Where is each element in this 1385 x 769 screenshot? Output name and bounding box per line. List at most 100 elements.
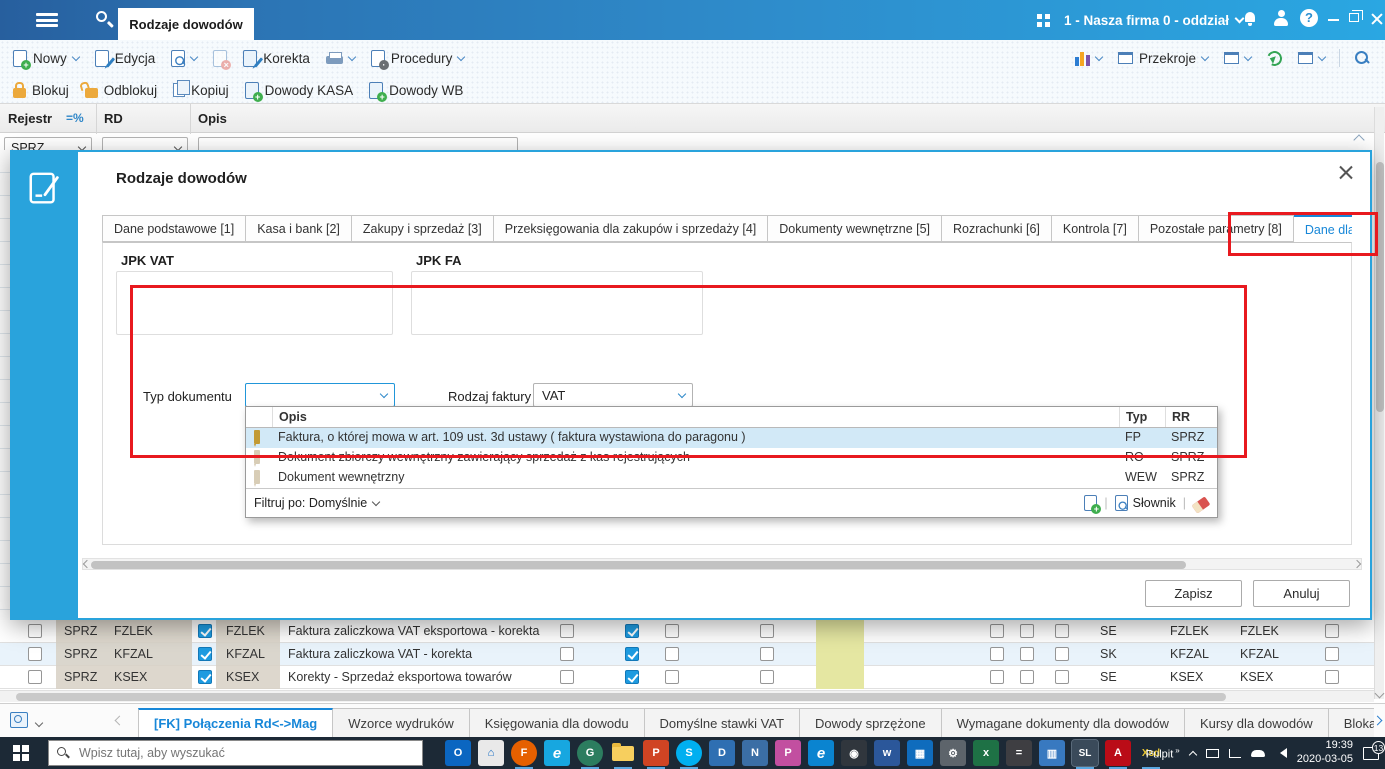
- rodzaj-faktury-combo[interactable]: VAT: [533, 383, 693, 407]
- row-checkbox[interactable]: [28, 670, 42, 684]
- bottom-tab-fk-polaczenia[interactable]: [FK] Połączenia Rd<->Mag: [138, 708, 334, 738]
- tab-dane-dla-jpk[interactable]: Dane dla JPK [9]: [1293, 215, 1352, 242]
- filter-icon[interactable]: [66, 111, 84, 125]
- show-hidden-icons-chevron[interactable]: [1188, 750, 1197, 759]
- store-icon[interactable]: ⌂: [478, 740, 504, 766]
- row-checkbox[interactable]: [665, 647, 679, 661]
- row-checkbox[interactable]: [1020, 647, 1034, 661]
- action-center-icon[interactable]: 13: [1363, 740, 1385, 760]
- tab-rozrachunki[interactable]: Rozrachunki [6]: [942, 215, 1052, 242]
- row-checkbox[interactable]: [1020, 670, 1034, 684]
- table-row[interactable]: SPRZ KSEX KSEX Korekty - Sprzedaż ekspor…: [0, 666, 1374, 689]
- typ-dokumentu-combo[interactable]: [245, 383, 395, 407]
- chevron-down-icon[interactable]: [34, 718, 44, 728]
- open-module-tab[interactable]: Rodzaje dowodów: [118, 8, 254, 40]
- notifications-bell-icon[interactable]: [1243, 11, 1259, 27]
- minimize-button[interactable]: [1328, 19, 1339, 21]
- bottom-tab-ksiegowania[interactable]: Księgowania dla dowodu: [469, 708, 645, 738]
- table-row[interactable]: SPRZ KFZAL KFZAL Faktura zaliczkowa VAT …: [0, 643, 1374, 666]
- search-icon[interactable]: [96, 11, 114, 29]
- scroll-right-arrow[interactable]: [1352, 559, 1362, 569]
- dropdown-row[interactable]: Faktura, o której mowa w art. 109 ust. 3…: [246, 428, 1217, 448]
- unlock-button[interactable]: Odblokuj: [78, 77, 164, 103]
- onedrive-tray-icon[interactable]: [1250, 749, 1265, 757]
- network-tray-icon[interactable]: [1228, 748, 1241, 758]
- dialog-horizontal-scrollbar[interactable]: [82, 558, 1362, 570]
- row-checkbox[interactable]: [560, 670, 574, 684]
- acrobat-icon[interactable]: A: [1105, 740, 1131, 769]
- desktop-toolbar-label[interactable]: Pulpit»: [1146, 746, 1180, 761]
- apps-grid-icon[interactable]: [1037, 14, 1050, 27]
- column-header-rd[interactable]: RD: [104, 111, 123, 126]
- chart-view-button[interactable]: [1068, 45, 1109, 71]
- tools-icon[interactable]: ⚙: [940, 740, 966, 766]
- checkbox-checked[interactable]: [198, 624, 212, 638]
- checkbox-checked[interactable]: [625, 624, 639, 638]
- collapse-toolbar-icon[interactable]: [1348, 132, 1370, 143]
- quick-search-button[interactable]: [1347, 45, 1377, 71]
- table-row[interactable]: SPRZ FZLEK FZLEK Faktura zaliczkowa VAT …: [0, 620, 1374, 643]
- report-app-icon[interactable]: ▥: [1039, 740, 1065, 766]
- lock-button[interactable]: Blokuj: [6, 77, 76, 103]
- row-checkbox[interactable]: [990, 670, 1004, 684]
- outlook-icon[interactable]: O: [445, 740, 471, 766]
- row-checkbox[interactable]: [1325, 670, 1339, 684]
- save-button[interactable]: Zapisz: [1145, 580, 1242, 607]
- calculator-icon[interactable]: =: [1006, 740, 1032, 766]
- copy-button[interactable]: Kopiuj: [166, 77, 236, 103]
- user-profile-icon[interactable]: [1273, 10, 1289, 26]
- row-checkbox[interactable]: [1325, 647, 1339, 661]
- skype-icon[interactable]: S: [676, 740, 702, 769]
- bottom-tab-domyslne-stawki[interactable]: Domyślne stawki VAT: [644, 708, 801, 738]
- bottom-tab-dowody-sprzezone[interactable]: Dowody sprzężone: [800, 708, 942, 738]
- bottom-tab-wymagane-dokumenty[interactable]: Wymagane dokumenty dla dowodów: [941, 708, 1185, 738]
- correction-button[interactable]: Korekta: [236, 45, 317, 71]
- tab-kontrola[interactable]: Kontrola [7]: [1051, 215, 1139, 242]
- devices-icon[interactable]: D: [709, 740, 735, 766]
- hamburger-menu-icon[interactable]: [36, 13, 58, 28]
- dropdown-col-typ[interactable]: Typ: [1119, 407, 1165, 427]
- company-selector[interactable]: 1 - Nasza firma 0 - oddział: [1064, 0, 1245, 40]
- row-checkbox[interactable]: [560, 647, 574, 661]
- taskbar-search-input[interactable]: [77, 745, 414, 761]
- procedures-button[interactable]: Procedury: [364, 45, 472, 71]
- row-checkbox[interactable]: [665, 624, 679, 638]
- row-checkbox[interactable]: [560, 624, 574, 638]
- scrollbar-thumb[interactable]: [1376, 162, 1384, 412]
- clear-icon[interactable]: [1191, 496, 1211, 514]
- internet-explorer-icon[interactable]: e: [544, 740, 570, 766]
- display-tray-icon[interactable]: [1205, 748, 1219, 758]
- dropdown-row[interactable]: Dokument wewnętrzny WEW SPRZ: [246, 468, 1217, 488]
- help-icon[interactable]: [1300, 9, 1318, 27]
- globe-app-icon[interactable]: G: [577, 740, 603, 769]
- scrollbar-thumb[interactable]: [16, 693, 1226, 701]
- bottom-tab-wzorce-wydrukow[interactable]: Wzorce wydruków: [333, 708, 470, 738]
- powerpoint-icon[interactable]: P: [643, 740, 669, 769]
- dictionary-search-icon[interactable]: [1114, 495, 1128, 511]
- row-checkbox[interactable]: [28, 624, 42, 638]
- row-checkbox[interactable]: [1055, 647, 1069, 661]
- row-checkbox[interactable]: [1055, 624, 1069, 638]
- scroll-tabs-right-arrow[interactable]: [1372, 715, 1383, 726]
- maps-icon[interactable]: ◉: [841, 740, 867, 766]
- organizer-button[interactable]: [1291, 45, 1332, 71]
- preview-button[interactable]: [164, 45, 204, 71]
- scroll-down-arrow[interactable]: [1374, 688, 1385, 699]
- tab-kasa-i-bank[interactable]: Kasa i bank [2]: [246, 215, 352, 242]
- checkbox-checked[interactable]: [198, 647, 212, 661]
- delete-button[interactable]: [206, 45, 234, 71]
- dowody-kasa-button[interactable]: Dowody KASA: [238, 77, 361, 103]
- refresh-button[interactable]: [1260, 45, 1289, 71]
- new-button[interactable]: Nowy: [6, 45, 86, 71]
- scroll-left-arrow[interactable]: [82, 559, 92, 569]
- close-button[interactable]: [1371, 13, 1383, 25]
- row-checkbox[interactable]: [1055, 670, 1069, 684]
- taskbar-search[interactable]: [48, 740, 423, 766]
- column-header-rejestr[interactable]: Rejestr: [8, 111, 52, 126]
- checkbox-checked[interactable]: [198, 670, 212, 684]
- edge-icon[interactable]: e: [808, 740, 834, 766]
- tab-pozostale-parametry[interactable]: Pozostałe parametry [8]: [1138, 215, 1294, 242]
- start-button[interactable]: [13, 745, 29, 761]
- scroll-tabs-left-arrow[interactable]: [114, 715, 125, 726]
- edit-button[interactable]: Edycja: [88, 45, 163, 71]
